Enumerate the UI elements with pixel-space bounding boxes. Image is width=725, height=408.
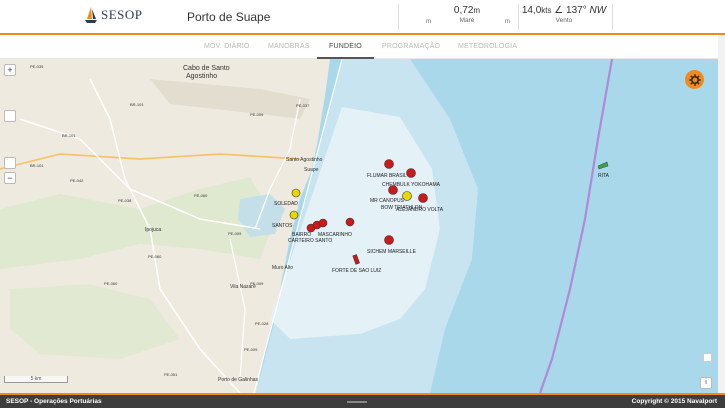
wind-metric: 14,0kts ∠ 137° NW Vento [521, 5, 607, 24]
vessel-label: RITA [598, 173, 610, 179]
app-footer: SESOP - Operações Portuárias Copyright ©… [0, 393, 725, 408]
road-shield: BR-101 [30, 163, 44, 168]
ship-icon [289, 210, 299, 220]
place-label: Santo Agostinho [286, 157, 323, 163]
road-shield: BR-101 [130, 102, 144, 107]
tide-unit: m [473, 6, 481, 15]
road-shield: BR-101 [62, 133, 76, 138]
vessel-label: SOLEDAD [274, 201, 298, 207]
map-view[interactable]: Cabo de Santo Agostinho Suape Santo Agos… [0, 59, 718, 393]
zoom-out-button[interactable]: − [4, 172, 16, 184]
tide-left-unit: m [426, 19, 431, 25]
map-canvas[interactable]: Cabo de Santo Agostinho Suape Santo Agos… [0, 59, 718, 393]
vessel-label: CARTEIRO SANTO [288, 238, 332, 244]
road-shield: PE-051 [164, 372, 178, 377]
vessel-label: SANTOS [272, 223, 293, 229]
footer-copyright: Copyright © 2015 Navalport [631, 398, 717, 405]
ship-icon [384, 159, 394, 169]
wind-direction: NW [589, 5, 607, 16]
wind-angle: ∠ 137° [554, 5, 587, 16]
ship-icon [291, 188, 301, 198]
road-shield: PE-060 [194, 193, 208, 198]
logo-text: SESOP [101, 7, 143, 22]
pan-control-button[interactable] [4, 157, 16, 169]
road-shield: PE-009 [228, 231, 242, 236]
ship-icon [418, 193, 428, 203]
vessel-label: ALEJANDRO VOLTA [396, 207, 444, 213]
tab-fundeio[interactable]: FUNDEIO [317, 43, 374, 59]
ship-icon [402, 191, 412, 201]
sesop-logo-icon [85, 7, 97, 23]
map-settings-button[interactable] [685, 70, 704, 89]
header-divider [398, 4, 399, 30]
tab-programacao[interactable]: PROGRAMAÇÃO [382, 43, 440, 50]
tide-label: Maré [459, 17, 475, 24]
zoom-in-button[interactable]: + [4, 64, 16, 76]
road-shield: PE-060 [148, 254, 162, 259]
place-label: Suape [304, 167, 319, 173]
map-info-button[interactable]: i [700, 377, 712, 389]
vessel-label: FLUMAR BRASIL [367, 173, 407, 179]
tab-mov-diario[interactable]: MOV. DIÁRIO [204, 43, 250, 50]
header-divider [612, 4, 613, 30]
page-scrollbar[interactable] [718, 35, 725, 393]
tab-manobras[interactable]: MANOBRAS [268, 43, 310, 50]
road-shield: PE-009 [250, 112, 264, 117]
footer-handle [347, 401, 367, 403]
pan-control-button[interactable] [4, 110, 16, 122]
tab-meteorologia[interactable]: METEOROLOGIA [458, 43, 517, 50]
map-scale-bar: 5 km [4, 376, 68, 383]
road-shield: PE-009 [244, 347, 258, 352]
tide-right-unit: m [505, 19, 510, 25]
place-label: Ipojuca [145, 227, 161, 233]
ship-icon [318, 218, 328, 228]
wind-label: Vento [555, 17, 573, 24]
road-shield: PE-060 [104, 281, 118, 286]
place-label: Cabo de Santo [183, 65, 230, 72]
tide-metric: 0,72m Maré [447, 5, 487, 24]
road-shield: PE-039 [30, 64, 44, 69]
road-shield: PE-009 [250, 281, 264, 286]
road-shield: PE-028 [255, 321, 269, 326]
place-label: Muro Alto [272, 265, 293, 271]
ship-icon [345, 217, 355, 227]
sesop-logo[interactable]: SESOP [84, 6, 143, 24]
vessel-label: FORTE DE SAO LUIZ [332, 268, 381, 274]
vessel-label: MR CANOPUS [370, 198, 405, 204]
road-shield: PE-037 [296, 103, 310, 108]
layer-toggle-checkbox[interactable] [703, 353, 712, 362]
ship-icon [384, 235, 394, 245]
place-label: Porto de Galinhas [218, 377, 259, 383]
road-shield: PE-042 [70, 178, 84, 183]
road-shield: PE-038 [118, 198, 132, 203]
app-header: SESOP Porto de Suape m 0,72m Maré m 14,0… [0, 0, 725, 35]
wind-unit: kts [541, 6, 552, 15]
place-label: Agostinho [186, 73, 217, 80]
page-title: Porto de Suape [187, 10, 271, 24]
ship-icon [388, 185, 398, 195]
nav-tabs: MOV. DIÁRIO MANOBRAS FUNDEIO PROGRAMAÇÃO… [0, 37, 725, 59]
vessel-label: SICHEM MARSEILLE [367, 249, 417, 255]
ship-icon [406, 168, 416, 178]
wind-value: 14,0 [521, 5, 542, 16]
tide-value: 0,72 [453, 5, 474, 16]
footer-app-name: SESOP - Operações Portuárias [6, 398, 102, 405]
gear-icon [688, 73, 701, 86]
header-divider [518, 4, 519, 30]
